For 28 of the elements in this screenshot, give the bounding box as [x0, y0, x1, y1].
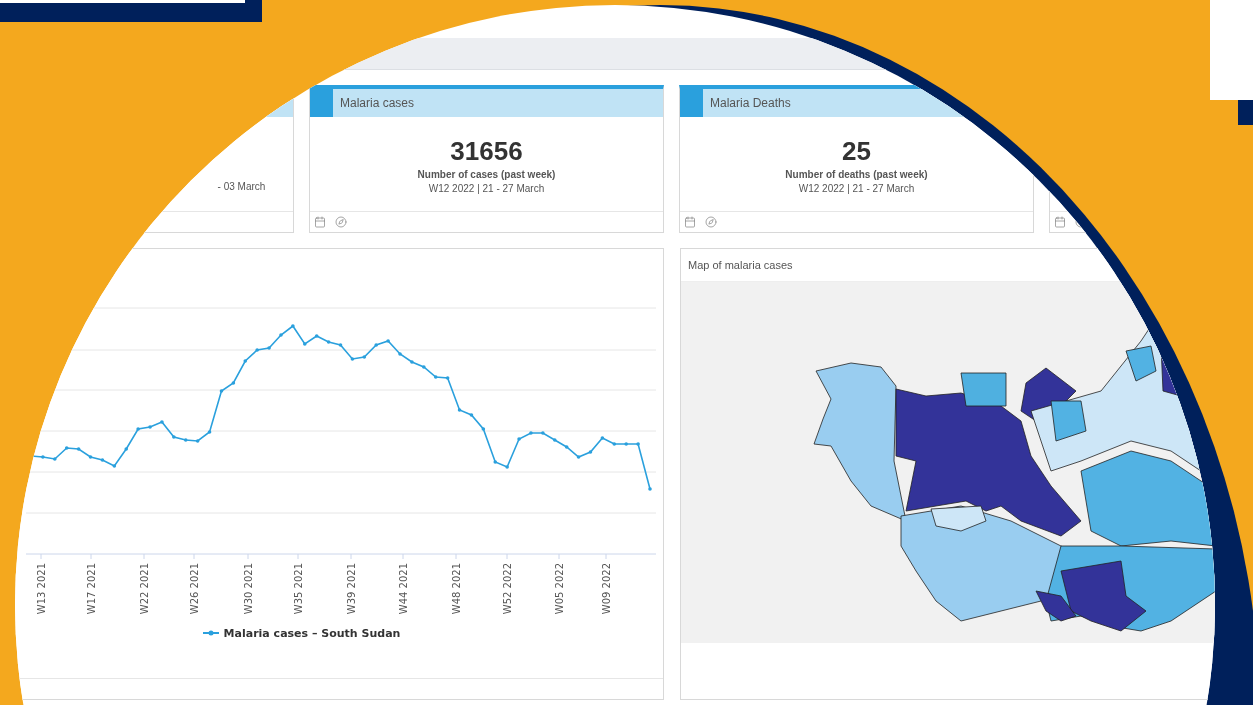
axis-label: W22 2021 [139, 563, 150, 615]
axis-label: W52 2022 [502, 563, 513, 615]
axis-label: W13 2021 [36, 563, 47, 615]
legend-marker-icon [202, 630, 219, 636]
axis-label: W35 2021 [293, 563, 304, 615]
axis-label: W39 2021 [346, 563, 357, 615]
stat-value: 25 [842, 134, 871, 167]
axis-label: W48 2021 [451, 563, 462, 615]
stat-date: W12 2022 | 21 - 27 March [798, 182, 915, 194]
map-title: Map of malaria cases [688, 259, 793, 271]
calendar-icon[interactable] [1054, 216, 1066, 228]
stat-value: 31656 [450, 134, 523, 167]
axis-label: W26 2021 [189, 563, 200, 615]
axis-label: W05 2022 [554, 563, 565, 615]
axis-label: W17 2021 [86, 563, 97, 615]
stat-date: - 03 March [217, 181, 266, 192]
stat-label: Number of cases (past week) [417, 168, 556, 180]
stat-date: W12 2022 | 21 - 27 March [428, 182, 545, 194]
axis-label: W30 2021 [243, 563, 254, 615]
card-title: Malaria cases [340, 96, 415, 110]
axis-label: W44 2021 [398, 563, 409, 615]
calendar-icon[interactable] [684, 216, 696, 228]
axis-label: W09 2022 [601, 563, 612, 615]
corner-decoration [1238, 100, 1253, 125]
legend-label[interactable]: Malaria cases – South Sudan [223, 626, 401, 640]
card-title: Malaria Deaths [710, 96, 791, 110]
stat-label: Number of deaths (past week) [785, 168, 928, 180]
calendar-icon[interactable] [314, 216, 326, 228]
